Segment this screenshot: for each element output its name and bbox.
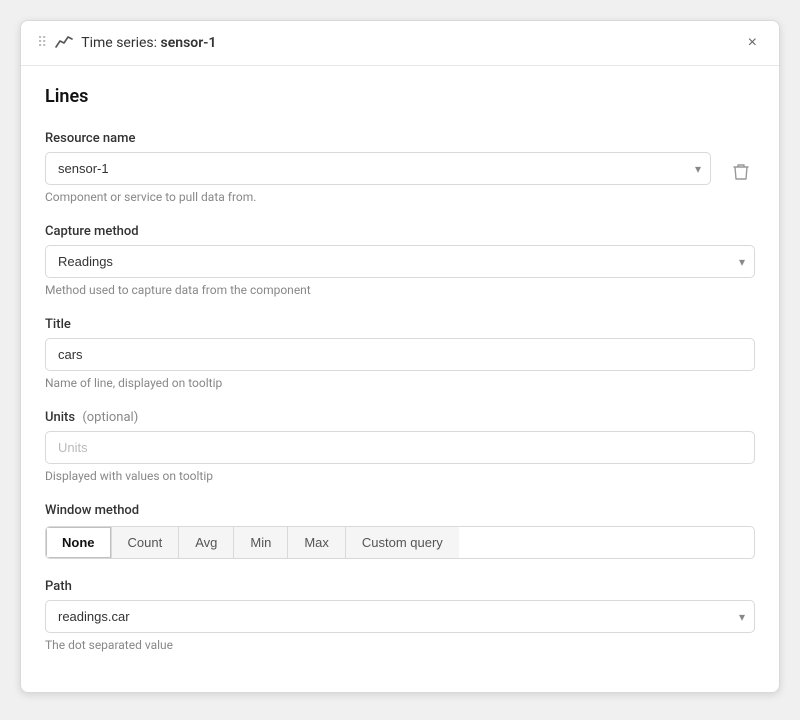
units-hint: Displayed with values on tooltip: [45, 469, 755, 483]
path-group: Path readings.car ▾ The dot separated va…: [45, 579, 755, 652]
resource-name-hint: Component or service to pull data from.: [45, 190, 711, 204]
window-method-max-button[interactable]: Max: [288, 527, 346, 558]
window-method-none-button[interactable]: None: [46, 527, 112, 558]
panel-body: Lines Resource name sensor-1 ▾ Component…: [21, 66, 779, 692]
capture-method-label: Capture method: [45, 224, 755, 239]
section-title: Lines: [45, 86, 755, 107]
panel: ⠿ Time series: sensor-1 × Lines Resource…: [20, 20, 780, 693]
path-select-wrapper: readings.car ▾: [45, 600, 755, 633]
close-button[interactable]: ×: [742, 33, 763, 53]
panel-title: Time series: sensor-1: [81, 35, 216, 51]
resource-name-label: Resource name: [45, 131, 711, 146]
window-method-btn-group: None Count Avg Min Max Custom query: [45, 526, 755, 559]
chart-icon: [55, 33, 73, 53]
window-method-avg-button[interactable]: Avg: [179, 527, 234, 558]
window-method-count-button[interactable]: Count: [112, 527, 180, 558]
window-method-label: Window method: [45, 503, 755, 518]
resource-name-row: Resource name sensor-1 ▾ Component or se…: [45, 131, 755, 204]
units-optional-label: (optional): [82, 410, 138, 425]
title-input[interactable]: [45, 338, 755, 371]
path-label: Path: [45, 579, 755, 594]
resource-name-group: Resource name sensor-1 ▾ Component or se…: [45, 131, 711, 204]
resource-name-select-wrapper: sensor-1 ▾: [45, 152, 711, 185]
path-select[interactable]: readings.car: [45, 600, 755, 633]
window-method-min-button[interactable]: Min: [234, 527, 288, 558]
capture-method-group: Capture method Readings ▾ Method used to…: [45, 224, 755, 297]
header-left: ⠿ Time series: sensor-1: [37, 33, 216, 53]
title-hint: Name of line, displayed on tooltip: [45, 376, 755, 390]
window-method-group: Window method None Count Avg Min Max Cus…: [45, 503, 755, 559]
units-group: Units (optional) Displayed with values o…: [45, 410, 755, 483]
title-label: Title: [45, 317, 755, 332]
capture-method-select[interactable]: Readings: [45, 245, 755, 278]
window-method-custom-query-button[interactable]: Custom query: [346, 527, 459, 558]
capture-method-select-wrapper: Readings ▾: [45, 245, 755, 278]
panel-header: ⠿ Time series: sensor-1 ×: [21, 21, 779, 66]
units-label: Units (optional): [45, 410, 755, 425]
units-input[interactable]: [45, 431, 755, 464]
drag-handle-icon[interactable]: ⠿: [37, 35, 47, 51]
resource-name-select[interactable]: sensor-1: [45, 152, 711, 185]
delete-button[interactable]: [727, 157, 755, 190]
capture-method-hint: Method used to capture data from the com…: [45, 283, 755, 297]
title-group: Title Name of line, displayed on tooltip: [45, 317, 755, 390]
path-hint: The dot separated value: [45, 638, 755, 652]
